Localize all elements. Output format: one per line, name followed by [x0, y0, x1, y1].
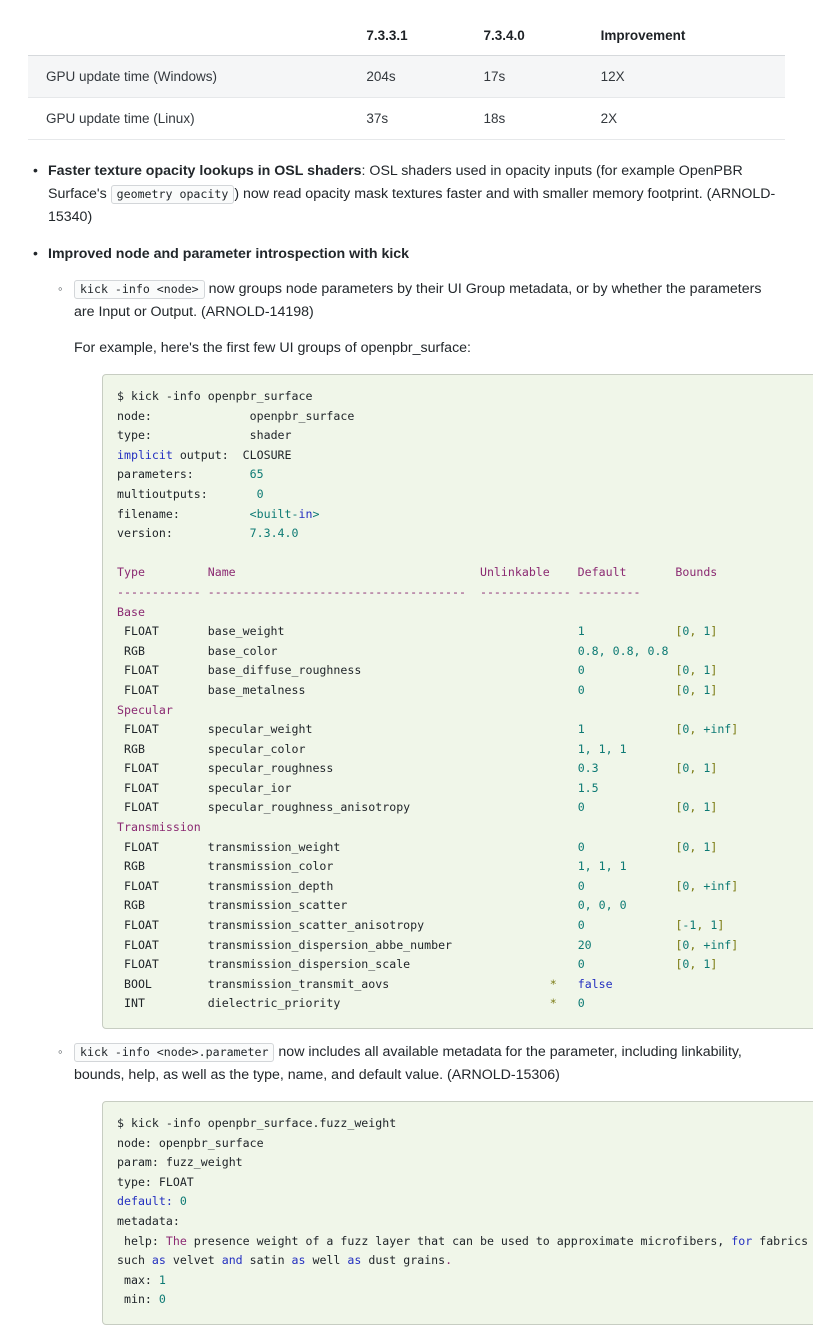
- list-item-opacity-lookups: Faster texture opacity lookups in OSL sh…: [33, 159, 785, 229]
- cell-improvement: 2X: [592, 97, 785, 140]
- example-intro-text: For example, here's the first few UI gro…: [74, 340, 472, 356]
- kick-sub-list: kick -info <node> now groups node parame…: [48, 278, 785, 360]
- kick-sub-list-2: kick -info <node>.parameter now includes…: [48, 1041, 785, 1087]
- item-title: Faster texture opacity lookups in OSL sh…: [48, 163, 362, 179]
- column-header-improvement: Improvement: [592, 22, 785, 56]
- cell-7340: 17s: [475, 55, 593, 98]
- list-item-kick-introspection: Improved node and parameter introspectio…: [33, 242, 813, 1325]
- cell-7340: 18s: [475, 97, 593, 140]
- code-content: $ kick -info openpbr_surface.fuzz_weight…: [117, 1116, 809, 1307]
- performance-comparison-table: 7.3.3.1 7.3.4.0 Improvement GPU update t…: [28, 22, 785, 140]
- code-block-kick-info-openpbr-surface: $ kick -info openpbr_surface node: openp…: [102, 374, 813, 1029]
- inline-code-kick-info-node[interactable]: kick -info <node>: [74, 280, 205, 299]
- table-head: 7.3.3.1 7.3.4.0 Improvement: [28, 22, 785, 56]
- table-row: GPU update time (Linux) 37s 18s 2X: [28, 97, 785, 140]
- sub-item-kick-info-parameter: kick -info <node>.parameter now includes…: [58, 1041, 785, 1087]
- code-content: $ kick -info openpbr_surface node: openp…: [117, 389, 739, 1011]
- sub-item-kick-info-node: kick -info <node> now groups node parame…: [58, 278, 785, 360]
- item-title: Improved node and parameter introspectio…: [48, 246, 410, 262]
- inline-code-geometry-opacity[interactable]: geometry opacity: [110, 185, 235, 204]
- cell-metric: GPU update time (Linux): [28, 97, 359, 140]
- table-row: GPU update time (Windows) 204s 17s 12X: [28, 55, 785, 98]
- release-notes-list: Faster texture opacity lookups in OSL sh…: [28, 159, 813, 1325]
- column-header-metric: [28, 22, 359, 56]
- cell-7331: 37s: [358, 97, 476, 140]
- table-body: GPU update time (Windows) 204s 17s 12X G…: [28, 55, 785, 140]
- column-header-7331: 7.3.3.1: [358, 22, 476, 56]
- cell-7331: 204s: [358, 55, 476, 98]
- table-header-row: 7.3.3.1 7.3.4.0 Improvement: [28, 22, 785, 56]
- column-header-7340: 7.3.4.0: [475, 22, 593, 56]
- inline-code-kick-info-parameter[interactable]: kick -info <node>.parameter: [74, 1043, 275, 1062]
- release-notes-page: 7.3.3.1 7.3.4.0 Improvement GPU update t…: [0, 22, 813, 1325]
- cell-improvement: 12X: [592, 55, 785, 98]
- code-line-command: $ kick -info openpbr_surface: [117, 389, 313, 403]
- code-block-kick-info-fuzz-weight: $ kick -info openpbr_surface.fuzz_weight…: [102, 1101, 813, 1325]
- cell-metric: GPU update time (Windows): [28, 55, 359, 98]
